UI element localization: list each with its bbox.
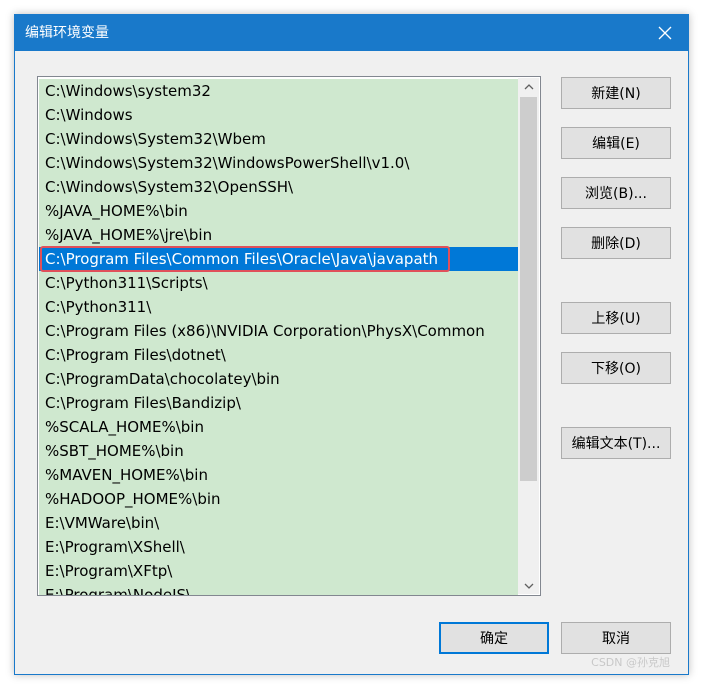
list-item-selected[interactable]: C:\Program Files\Common Files\Oracle\Jav… [39, 247, 518, 271]
dialog-title: 编辑环境变量 [25, 25, 109, 41]
list-item[interactable]: E:\Program\NodeJS\ [39, 583, 518, 595]
delete-button[interactable]: 删除(D) [561, 227, 671, 259]
list-item[interactable]: C:\Python311\Scripts\ [39, 271, 518, 295]
list-item[interactable]: C:\Program Files\Bandizip\ [39, 391, 518, 415]
list-item[interactable]: C:\Python311\ [39, 295, 518, 319]
list-item[interactable]: C:\Program Files (x86)\NVIDIA Corporatio… [39, 319, 518, 343]
list-item[interactable]: C:\Windows\System32\OpenSSH\ [39, 175, 518, 199]
list-item[interactable]: %SBT_HOME%\bin [39, 439, 518, 463]
edit-text-button[interactable]: 编辑文本(T)... [561, 427, 671, 459]
list-item[interactable]: E:\Program\XShell\ [39, 535, 518, 559]
list-item[interactable]: C:\Windows [39, 103, 518, 127]
list-item[interactable]: C:\Windows\System32\WindowsPowerShell\v1… [39, 151, 518, 175]
ok-button[interactable]: 确定 [439, 622, 549, 654]
list-item[interactable]: C:\Program Files\dotnet\ [39, 343, 518, 367]
list-item[interactable]: E:\VMWare\bin\ [39, 511, 518, 535]
browse-button[interactable]: 浏览(B)... [561, 177, 671, 209]
list-item[interactable]: %HADOOP_HOME%\bin [39, 487, 518, 511]
list-item[interactable]: %SCALA_HOME%\bin [39, 415, 518, 439]
vertical-scrollbar[interactable] [518, 78, 539, 594]
watermark: CSDN @孙克旭 [591, 656, 670, 669]
list-item[interactable]: E:\Program\XFtp\ [39, 559, 518, 583]
title-bar[interactable]: 编辑环境变量 [15, 15, 688, 51]
list-item[interactable]: C:\Windows\System32\Wbem [39, 127, 518, 151]
edit-button[interactable]: 编辑(E) [561, 127, 671, 159]
list-item[interactable]: C:\ProgramData\chocolatey\bin [39, 367, 518, 391]
list-item[interactable]: %JAVA_HOME%\jre\bin [39, 223, 518, 247]
edit-env-variable-dialog: 编辑环境变量 C:\Windows\system32 C:\Windows C:\W… [14, 14, 689, 675]
chevron-up-icon [524, 83, 533, 89]
move-up-button[interactable]: 上移(U) [561, 302, 671, 334]
cancel-button[interactable]: 取消 [561, 622, 671, 654]
list-item[interactable]: %JAVA_HOME%\bin [39, 199, 518, 223]
new-button[interactable]: 新建(N) [561, 77, 671, 109]
close-button[interactable] [642, 15, 688, 51]
list-item[interactable]: %MAVEN_HOME%\bin [39, 463, 518, 487]
close-icon [658, 26, 672, 40]
path-listbox[interactable]: C:\Windows\system32 C:\Windows C:\Windows\… [37, 76, 541, 596]
scroll-down-button[interactable] [518, 577, 539, 594]
move-down-button[interactable]: 下移(O) [561, 352, 671, 384]
scroll-up-button[interactable] [518, 78, 539, 95]
scroll-thumb[interactable] [520, 97, 537, 481]
chevron-down-icon [524, 583, 533, 589]
path-list-items: C:\Windows\system32 C:\Windows C:\Windows\… [39, 79, 518, 595]
list-item[interactable]: C:\Windows\system32 [39, 79, 518, 103]
